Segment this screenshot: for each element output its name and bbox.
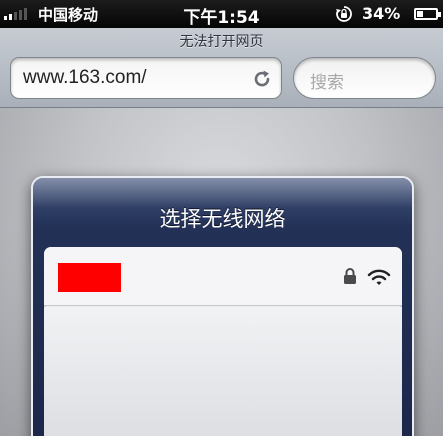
screen: 中国移动 下午1:54 34% 无法打开网页 www.163.com/ 搜索 选… (0, 0, 443, 436)
search-field[interactable]: 搜索 (293, 57, 436, 99)
reload-icon[interactable] (251, 68, 273, 90)
address-bar[interactable]: www.163.com/ (10, 57, 282, 99)
network-list (44, 247, 402, 436)
battery-icon (414, 8, 441, 20)
wifi-picker-dialog: 选择无线网络 (31, 176, 414, 436)
status-bar: 中国移动 下午1:54 34% (0, 0, 443, 28)
network-row[interactable] (44, 247, 402, 306)
url-text[interactable]: www.163.com/ (23, 67, 147, 89)
rotation-lock-icon (336, 6, 352, 22)
battery-percent: 34% (362, 4, 401, 23)
redacted-network-name (58, 263, 121, 292)
padlock-icon (344, 268, 356, 284)
empty-list-area (44, 307, 402, 436)
browser-toolbar: 无法打开网页 www.163.com/ 搜索 (0, 28, 443, 108)
dialog-title: 选择无线网络 (159, 207, 286, 231)
wifi-icon (367, 269, 391, 285)
search-placeholder[interactable]: 搜索 (310, 68, 344, 93)
page-title: 无法打开网页 (179, 34, 264, 50)
